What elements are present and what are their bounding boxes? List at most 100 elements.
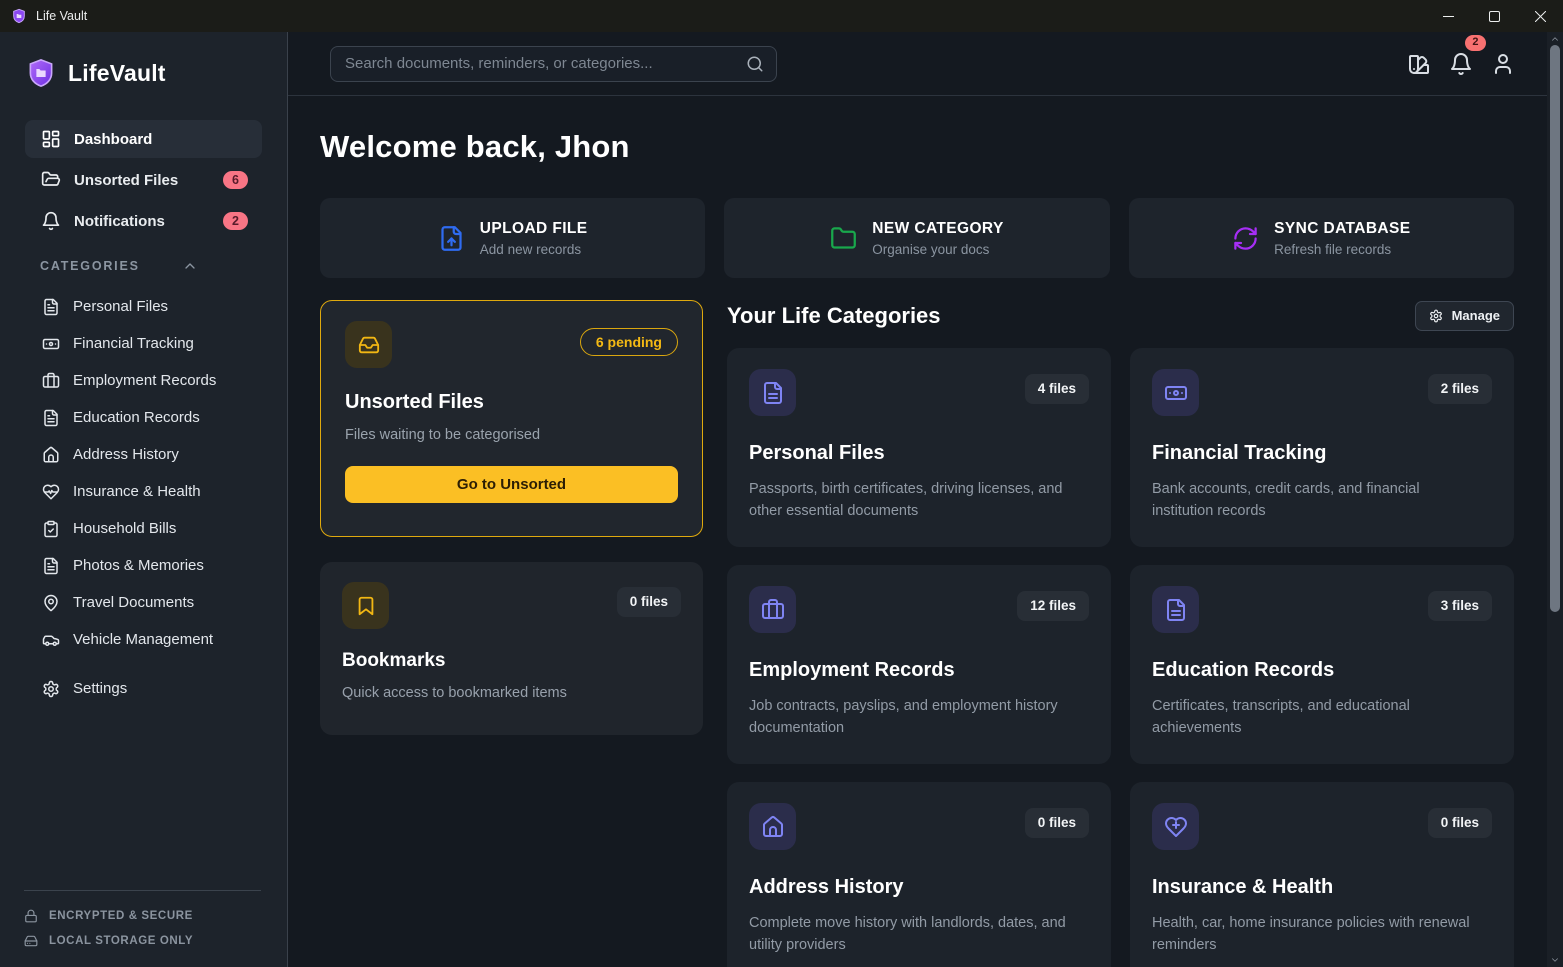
- action-subtitle: Organise your docs: [872, 242, 1003, 257]
- card-title: Employment Records: [749, 659, 1089, 682]
- sidebar-item-personal-files[interactable]: Personal Files: [0, 288, 287, 325]
- sidebar-item-employment-records[interactable]: Employment Records: [0, 362, 287, 399]
- heart-pulse-icon: [1164, 815, 1188, 839]
- vertical-scrollbar[interactable]: [1547, 32, 1563, 967]
- file-text-icon: [761, 381, 785, 405]
- bookmark-icon-tile: [342, 582, 389, 629]
- card-description: Health, car, home insurance policies wit…: [1152, 912, 1492, 957]
- sidebar-item-dashboard[interactable]: Dashboard: [25, 120, 262, 158]
- category-card-address-history[interactable]: 0 files Address History Complete move hi…: [727, 782, 1111, 967]
- notification-bell-icon[interactable]: 2: [1449, 52, 1473, 76]
- sidebar-item-insurance-health[interactable]: Insurance & Health: [0, 473, 287, 510]
- card-title: Bookmarks: [342, 650, 681, 672]
- clipboard-check-icon: [42, 520, 60, 538]
- sidebar-item-unsorted-files[interactable]: Unsorted Files 6: [25, 161, 262, 199]
- sidebar-item-label: Dashboard: [74, 131, 152, 148]
- search-bar[interactable]: [330, 46, 777, 82]
- category-card-education-records[interactable]: 3 files Education Records Certificates, …: [1130, 565, 1514, 764]
- theme-swatch-icon[interactable]: [1407, 52, 1431, 76]
- sidebar-item-household-bills[interactable]: Household Bills: [0, 510, 287, 547]
- brand-name: LifeVault: [68, 60, 166, 87]
- sidebar-nav: Dashboard Unsorted Files 6 Notifications…: [0, 120, 287, 240]
- sidebar-item-notifications[interactable]: Notifications 2: [25, 202, 262, 240]
- search-input[interactable]: [345, 55, 746, 72]
- sidebar-item-travel-documents[interactable]: Travel Documents: [0, 584, 287, 621]
- window-controls: [1425, 0, 1563, 32]
- new-category-button[interactable]: NEW CATEGORY Organise your docs: [724, 198, 1109, 278]
- manage-label: Manage: [1452, 308, 1500, 323]
- category-card-personal-files[interactable]: 4 files Personal Files Passports, birth …: [727, 348, 1111, 547]
- bookmarks-card[interactable]: 0 files Bookmarks Quick access to bookma…: [320, 562, 703, 735]
- scrollbar-thumb[interactable]: [1550, 45, 1560, 612]
- notification-count-badge: 2: [1465, 35, 1486, 51]
- file-text-icon: [1164, 598, 1188, 622]
- maximize-button[interactable]: [1471, 0, 1517, 32]
- gear-icon: [42, 680, 60, 698]
- dashboard-icon: [41, 129, 61, 149]
- main-area: 2 Welcome back, Jhon UPLOAD FILE Add new…: [288, 32, 1547, 967]
- footer-label: LOCAL STORAGE ONLY: [49, 935, 193, 947]
- minimize-button[interactable]: [1425, 0, 1471, 32]
- user-profile-icon[interactable]: [1491, 52, 1515, 76]
- sidebar-item-financial-tracking[interactable]: Financial Tracking: [0, 325, 287, 362]
- card-description: Complete move history with landlords, da…: [749, 912, 1089, 957]
- briefcase-icon: [761, 598, 785, 622]
- action-subtitle: Refresh file records: [1274, 242, 1410, 257]
- action-subtitle: Add new records: [480, 242, 588, 257]
- categories-section-header[interactable]: CATEGORIES: [40, 258, 198, 274]
- close-button[interactable]: [1517, 0, 1563, 32]
- manage-button[interactable]: Manage: [1415, 301, 1514, 331]
- sidebar-item-label: Travel Documents: [73, 594, 194, 611]
- file-text-icon: [42, 298, 60, 316]
- file-count-badge: 12 files: [1017, 591, 1089, 621]
- folder-icon: [830, 225, 857, 252]
- category-card-financial-tracking[interactable]: 2 files Financial Tracking Bank accounts…: [1130, 348, 1514, 547]
- left-column: 6 pending Unsorted Files Files waiting t…: [320, 300, 703, 967]
- categories-section: Your Life Categories Manage 4 files: [727, 300, 1514, 967]
- sidebar: LifeVault Dashboard Unsorted Files 6 Not…: [0, 32, 288, 967]
- lifevault-logo-icon: [26, 58, 56, 88]
- gear-icon: [1429, 309, 1443, 323]
- brand: LifeVault: [26, 58, 287, 88]
- sidebar-item-label: Personal Files: [73, 298, 168, 315]
- go-to-unsorted-button[interactable]: Go to Unsorted: [345, 466, 678, 503]
- sidebar-item-label: Vehicle Management: [73, 631, 213, 648]
- home-icon: [42, 446, 60, 464]
- category-card-employment-records[interactable]: 12 files Employment Records Job contract…: [727, 565, 1111, 764]
- file-count-badge: 0 files: [1025, 808, 1089, 838]
- topbar: 2: [288, 32, 1547, 96]
- scroll-down-arrow-icon[interactable]: [1547, 955, 1563, 965]
- card-description: Job contracts, payslips, and employment …: [749, 695, 1089, 740]
- sidebar-item-label: Insurance & Health: [73, 483, 201, 500]
- unsorted-files-card: 6 pending Unsorted Files Files waiting t…: [320, 300, 703, 537]
- sidebar-item-education-records[interactable]: Education Records: [0, 399, 287, 436]
- sync-database-button[interactable]: SYNC DATABASE Refresh file records: [1129, 198, 1514, 278]
- local-storage-row: LOCAL STORAGE ONLY: [24, 928, 261, 953]
- heart-pulse-icon: [42, 483, 60, 501]
- categories-header-label: CATEGORIES: [40, 259, 140, 273]
- sidebar-item-address-history[interactable]: Address History: [0, 436, 287, 473]
- sync-icon: [1232, 225, 1259, 252]
- sidebar-item-vehicle-management[interactable]: Vehicle Management: [0, 621, 287, 658]
- file-text-icon: [42, 409, 60, 427]
- sidebar-category-list: Personal Files Financial Tracking Employ…: [0, 288, 287, 658]
- car-icon: [42, 631, 60, 649]
- sidebar-item-label: Photos & Memories: [73, 557, 204, 574]
- upload-file-button[interactable]: UPLOAD FILE Add new records: [320, 198, 705, 278]
- heart-pulse-icon-tile: [1152, 803, 1199, 850]
- sidebar-item-settings[interactable]: Settings: [0, 670, 287, 707]
- category-card-insurance-health[interactable]: 0 files Insurance & Health Health, car, …: [1130, 782, 1514, 967]
- scroll-up-arrow-icon[interactable]: [1547, 34, 1563, 44]
- card-title: Education Records: [1152, 659, 1492, 682]
- sidebar-item-label: Settings: [73, 680, 127, 697]
- map-pin-icon: [42, 594, 60, 612]
- chevron-up-icon[interactable]: [182, 258, 198, 274]
- page-title: Welcome back, Jhon: [320, 129, 1514, 165]
- sidebar-item-photos-memories[interactable]: Photos & Memories: [0, 547, 287, 584]
- card-description: Quick access to bookmarked items: [342, 685, 681, 701]
- sidebar-item-label: Financial Tracking: [73, 335, 194, 352]
- folder-open-icon: [41, 170, 61, 190]
- lock-icon: [24, 909, 38, 923]
- action-title: NEW CATEGORY: [872, 220, 1003, 238]
- search-icon[interactable]: [746, 55, 764, 73]
